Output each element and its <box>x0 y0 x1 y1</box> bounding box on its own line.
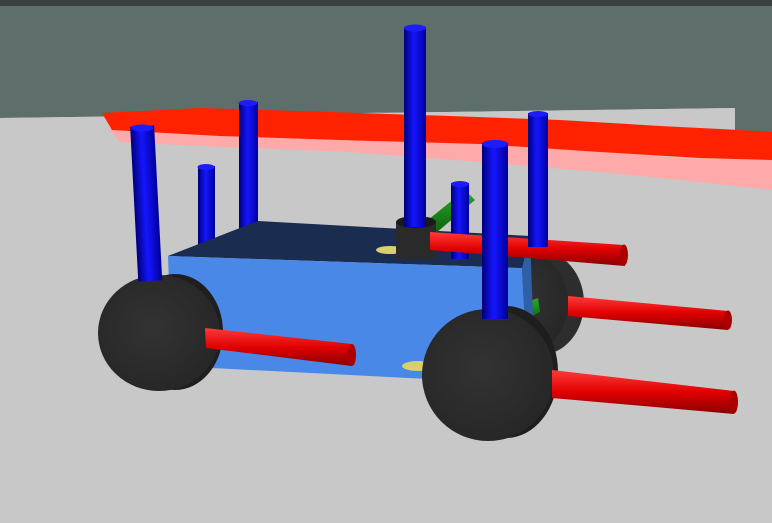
center-z-axis <box>404 27 426 227</box>
back-mid-z-axis-cap <box>238 100 258 106</box>
front-right-z-axis-cap <box>482 140 508 148</box>
back-right-z-axis <box>528 113 548 247</box>
back-left-z-axis <box>198 166 215 250</box>
3d-viewport[interactable] <box>0 0 772 523</box>
top-bar <box>0 0 772 6</box>
front-right-wheel <box>422 309 554 441</box>
small-z-axis-cap <box>451 181 469 187</box>
front-left-x-axis-cap <box>348 344 356 366</box>
scene-canvas[interactable] <box>0 0 772 523</box>
center-z-axis-cap <box>404 24 426 32</box>
back-right-z-axis-cap <box>528 111 548 117</box>
center-x-axis-cap <box>620 244 628 266</box>
front-right-z-axis <box>482 143 508 319</box>
front-left-z-axis-cap <box>131 124 153 132</box>
back-mid-z-axis <box>239 102 258 242</box>
front-left-wheel <box>98 275 220 391</box>
back-left-z-axis-cap <box>197 164 215 170</box>
back-right-x-axis-cap <box>724 310 732 330</box>
front-right-x-axis-cap <box>730 390 738 414</box>
